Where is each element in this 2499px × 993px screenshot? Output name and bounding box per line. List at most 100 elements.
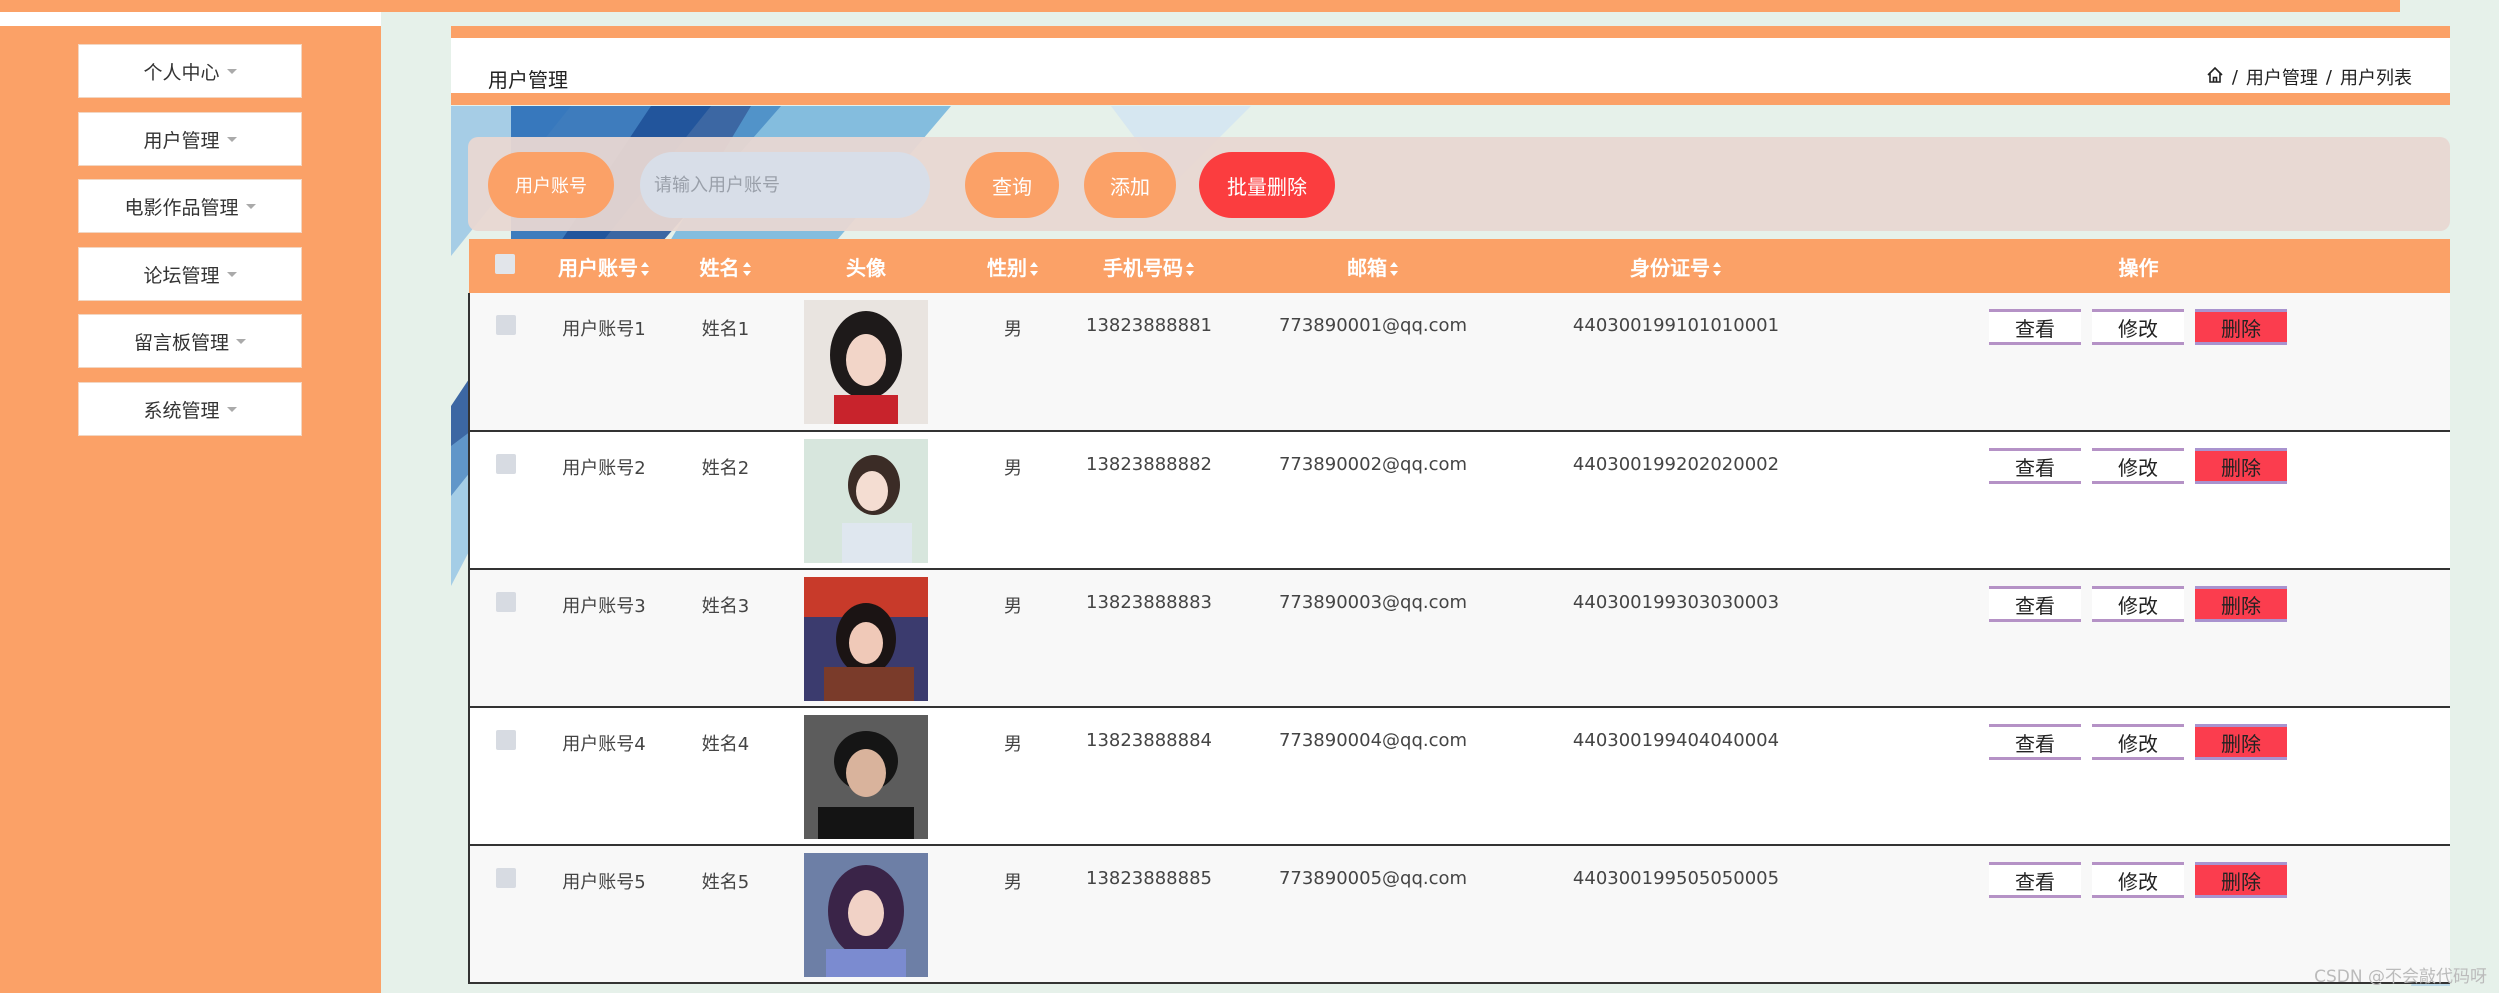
- view-button[interactable]: 查看: [1989, 448, 2081, 484]
- account-label: 用户账号: [488, 152, 614, 218]
- column-header-label: 身份证号: [1630, 255, 1710, 280]
- sidebar-item-forum-management[interactable]: 论坛管理: [78, 247, 302, 301]
- row-select-cell: [469, 431, 541, 569]
- cell-email: 773890004@qq.com: [1278, 730, 1468, 751]
- delete-button[interactable]: 删除: [2195, 448, 2287, 484]
- view-button[interactable]: 查看: [1989, 586, 2081, 622]
- breadcrumb-separator: /: [2325, 66, 2332, 88]
- sidebar-item-label: 个人中心: [143, 61, 220, 84]
- search-panel: 用户账号 查询 添加 批量删除: [468, 137, 2450, 231]
- top-accent-bar: [0, 0, 2400, 12]
- column-header-phone[interactable]: 手机号码: [1078, 239, 1220, 293]
- view-button[interactable]: 查看: [1989, 862, 2081, 898]
- delete-button[interactable]: 删除: [2195, 724, 2287, 760]
- row-checkbox[interactable]: [495, 454, 516, 474]
- cell-gender: 男: [1004, 596, 1022, 617]
- sidebar-item-user-management[interactable]: 用户管理: [78, 112, 302, 166]
- cell-actions: 查看 修改 删除: [1826, 293, 2450, 431]
- table-row: 用户账号5 姓名5 男 13823888885 773890005@qq.com…: [469, 845, 2450, 983]
- table-row: 用户账号4 姓名4 男 13823888884 773890004@qq.com…: [469, 707, 2450, 845]
- column-header-label: 性别: [987, 255, 1027, 280]
- caret-down-icon: [236, 338, 246, 344]
- edit-button[interactable]: 修改: [2092, 586, 2184, 622]
- cell-name: 姓名3: [701, 596, 750, 617]
- view-button[interactable]: 查看: [1989, 724, 2081, 760]
- table-row: 用户账号2 姓名2 男 13823888882 773890002@qq.com…: [469, 431, 2450, 569]
- top-left-strip: [0, 12, 381, 26]
- avatar-image: [804, 577, 928, 701]
- row-checkbox[interactable]: [495, 315, 516, 335]
- cell-id-number: 440300199101010001: [1572, 315, 1780, 336]
- watermark: CSDN @不会敲代码呀: [2314, 967, 2487, 987]
- row-checkbox[interactable]: [495, 592, 516, 612]
- select-all-checkbox[interactable]: [495, 253, 515, 274]
- column-header-id-number[interactable]: 身份证号: [1526, 239, 1826, 293]
- caret-down-icon: [245, 203, 256, 209]
- column-header-email[interactable]: 邮箱: [1220, 239, 1526, 293]
- add-button[interactable]: 添加: [1084, 152, 1176, 218]
- cell-account: 用户账号4: [562, 734, 646, 755]
- cell-gender: 男: [1004, 734, 1022, 755]
- page-title: 用户管理: [488, 68, 568, 92]
- user-table: 用户账号 姓名 头像 性别 手机号码 邮箱 身份证号 操作 用户账号1 姓名1 …: [468, 239, 2450, 993]
- account-search-input[interactable]: [640, 152, 930, 218]
- column-header-account[interactable]: 用户账号: [541, 239, 667, 293]
- sidebar-item-movie-management[interactable]: 电影作品管理: [78, 179, 302, 233]
- sort-icon[interactable]: [1030, 262, 1039, 276]
- sort-icon[interactable]: [742, 262, 752, 276]
- sort-icon[interactable]: [641, 262, 650, 276]
- sidebar-item-personal-center[interactable]: 个人中心: [78, 44, 302, 98]
- caret-down-icon: [226, 136, 237, 142]
- batch-delete-button[interactable]: 批量删除: [1199, 152, 1335, 218]
- cell-actions: 查看 修改 删除: [1826, 707, 2450, 845]
- sort-icon[interactable]: [1186, 262, 1195, 276]
- column-header-avatar: 头像: [784, 239, 948, 293]
- edit-button[interactable]: 修改: [2092, 448, 2184, 484]
- cell-gender: 男: [1004, 458, 1022, 479]
- select-all-header: [469, 239, 541, 293]
- delete-button[interactable]: 删除: [2195, 586, 2287, 622]
- edit-button[interactable]: 修改: [2092, 862, 2184, 898]
- delete-button[interactable]: 删除: [2195, 862, 2287, 898]
- column-header-label: 用户账号: [558, 255, 638, 280]
- column-header-label: 头像: [846, 255, 886, 280]
- sidebar-item-system-management[interactable]: 系统管理: [78, 382, 302, 436]
- sidebar-item-label: 用户管理: [143, 129, 220, 152]
- main-content: 用户管理 / 用户管理 / 用户列表 用户账号 查询 添加 批量删除 用户账号: [451, 26, 2450, 993]
- cell-name: 姓名4: [701, 734, 750, 755]
- cell-phone: 13823888883: [1086, 592, 1212, 613]
- cell-phone: 13823888884: [1086, 730, 1212, 751]
- delete-button[interactable]: 删除: [2195, 309, 2287, 345]
- breadcrumb-item-user-management[interactable]: 用户管理: [2246, 64, 2318, 90]
- cell-phone: 13823888885: [1086, 868, 1212, 889]
- cell-phone: 13823888881: [1086, 315, 1212, 336]
- cell-name: 姓名1: [701, 319, 750, 340]
- sidebar-item-label: 论坛管理: [143, 264, 220, 287]
- edit-button[interactable]: 修改: [2092, 724, 2184, 760]
- sort-icon[interactable]: [1390, 262, 1399, 276]
- sort-icon[interactable]: [1713, 262, 1722, 276]
- breadcrumb-item-user-list: 用户列表: [2340, 68, 2412, 89]
- table-row: 用户账号1 姓名1 男 13823888881 773890001@qq.com…: [469, 293, 2450, 431]
- row-checkbox[interactable]: [495, 868, 516, 888]
- column-header-name[interactable]: 姓名: [667, 239, 784, 293]
- cell-id-number: 440300199404040004: [1572, 730, 1780, 751]
- edit-button[interactable]: 修改: [2092, 309, 2184, 345]
- cell-email: 773890003@qq.com: [1278, 592, 1468, 613]
- row-checkbox[interactable]: [495, 730, 516, 750]
- cell-actions: 查看 修改 删除: [1826, 569, 2450, 707]
- column-header-label: 邮箱: [1347, 255, 1387, 280]
- sidebar-item-message-board[interactable]: 留言板管理: [78, 314, 302, 368]
- query-button[interactable]: 查询: [965, 152, 1059, 218]
- row-select-cell: [469, 707, 541, 845]
- sidebar-item-label: 系统管理: [143, 399, 220, 422]
- avatar-image: [804, 300, 928, 424]
- cell-avatar: [784, 569, 948, 707]
- column-header-label: 姓名: [699, 255, 740, 280]
- cell-id-number: 440300199202020002: [1572, 454, 1780, 475]
- row-select-cell: [469, 293, 541, 431]
- breadcrumb-separator: /: [2231, 66, 2238, 88]
- home-icon[interactable]: [2206, 66, 2224, 89]
- column-header-gender[interactable]: 性别: [948, 239, 1078, 293]
- view-button[interactable]: 查看: [1989, 309, 2081, 345]
